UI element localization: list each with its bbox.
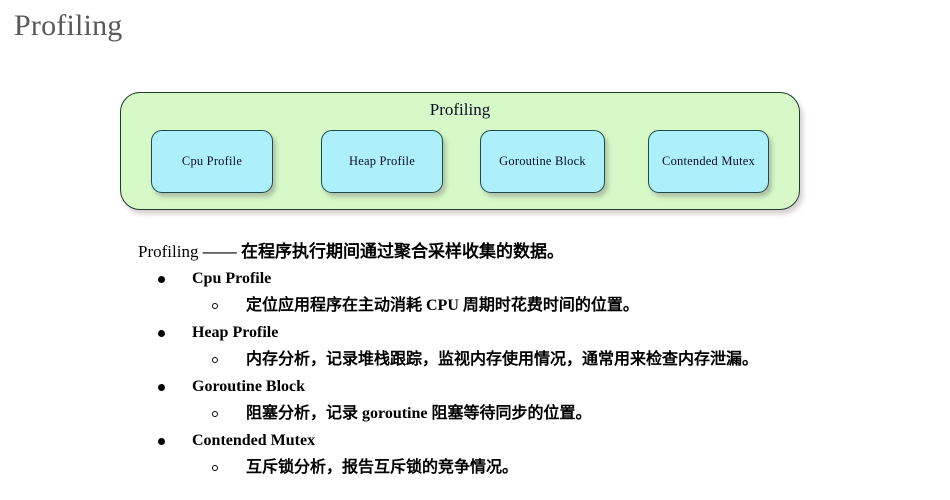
list-item: 内存分析，记录堆栈跟踪，监视内存使用情况，通常用来检查内存泄漏。 <box>192 346 938 373</box>
list-item: 阻塞分析，记录 goroutine 阻塞等待同步的位置。 <box>192 400 938 427</box>
profiling-diagram: Profiling Cpu Profile Heap Profile Gorou… <box>120 92 800 210</box>
diagram-node-contended-mutex[interactable]: Contended Mutex <box>648 130 769 193</box>
diagram-title: Profiling <box>429 100 491 119</box>
outline-level-2: 内存分析，记录堆栈跟踪，监视内存使用情况，通常用来检查内存泄漏。 <box>192 346 938 373</box>
diagram-node-goroutine-block[interactable]: Goroutine Block <box>480 130 605 193</box>
outline-level-2: 互斥锁分析，报告互斥锁的竞争情况。 <box>192 454 938 481</box>
outline-level-2: 定位应用程序在主动消耗 CPU 周期时花费时间的位置。 <box>192 292 938 319</box>
list-item: Heap Profile 内存分析，记录堆栈跟踪，监视内存使用情况，通常用来检查… <box>138 319 938 373</box>
list-item: Goroutine Block 阻塞分析，记录 goroutine 阻塞等待同步… <box>138 373 938 427</box>
outline-item-detail: 定位应用程序在主动消耗 CPU 周期时花费时间的位置。 <box>246 297 639 314</box>
lead-line-en: Profiling <box>138 242 199 261</box>
outline-item-detail: 内存分析，记录堆栈跟踪，监视内存使用情况，通常用来检查内存泄漏。 <box>246 351 759 368</box>
list-item: Cpu Profile 定位应用程序在主动消耗 CPU 周期时花费时间的位置。 <box>138 265 938 319</box>
lead-line: Profiling —— 在程序执行期间通过聚合采样收集的数据。 <box>138 238 938 265</box>
outline-item-label: Goroutine Block <box>192 378 306 395</box>
lead-line-zh: —— 在程序执行期间通过聚合采样收集的数据。 <box>198 242 564 261</box>
outline-item-detail: 阻塞分析，记录 goroutine 阻塞等待同步的位置。 <box>246 405 592 422</box>
list-item: 定位应用程序在主动消耗 CPU 周期时花费时间的位置。 <box>192 292 938 319</box>
outline-level-1: Cpu Profile 定位应用程序在主动消耗 CPU 周期时花费时间的位置。 … <box>138 265 938 481</box>
disc-bullet-icon <box>158 276 165 283</box>
circle-bullet-icon <box>212 357 218 363</box>
disc-bullet-icon <box>158 438 165 445</box>
circle-bullet-icon <box>212 303 218 309</box>
outline-level-2: 阻塞分析，记录 goroutine 阻塞等待同步的位置。 <box>192 400 938 427</box>
disc-bullet-icon <box>158 384 165 391</box>
diagram-node-heap-profile[interactable]: Heap Profile <box>321 130 443 193</box>
outline-item-label: Contended Mutex <box>192 432 316 449</box>
diagram-node-row: Cpu Profile Heap Profile Goroutine Block… <box>120 130 800 196</box>
outline-item-label: Cpu Profile <box>192 270 272 287</box>
diagram-node-label: Cpu Profile <box>181 154 243 168</box>
outline-item-detail: 互斥锁分析，报告互斥锁的竞争情况。 <box>246 459 519 476</box>
diagram-node-label: Heap Profile <box>349 154 415 168</box>
page-title: Profiling <box>14 9 123 42</box>
list-item: 互斥锁分析，报告互斥锁的竞争情况。 <box>192 454 938 481</box>
list-item: Contended Mutex 互斥锁分析，报告互斥锁的竞争情况。 <box>138 427 938 481</box>
outline-item-label: Heap Profile <box>192 324 279 341</box>
body-outline: Profiling —— 在程序执行期间通过聚合采样收集的数据。 Cpu Pro… <box>138 238 938 481</box>
diagram-node-cpu-profile[interactable]: Cpu Profile <box>151 130 273 193</box>
diagram-node-label: Contended Mutex <box>662 154 755 168</box>
diagram-node-label: Goroutine Block <box>499 154 586 168</box>
circle-bullet-icon <box>212 465 218 471</box>
disc-bullet-icon <box>158 330 165 337</box>
circle-bullet-icon <box>212 411 218 417</box>
